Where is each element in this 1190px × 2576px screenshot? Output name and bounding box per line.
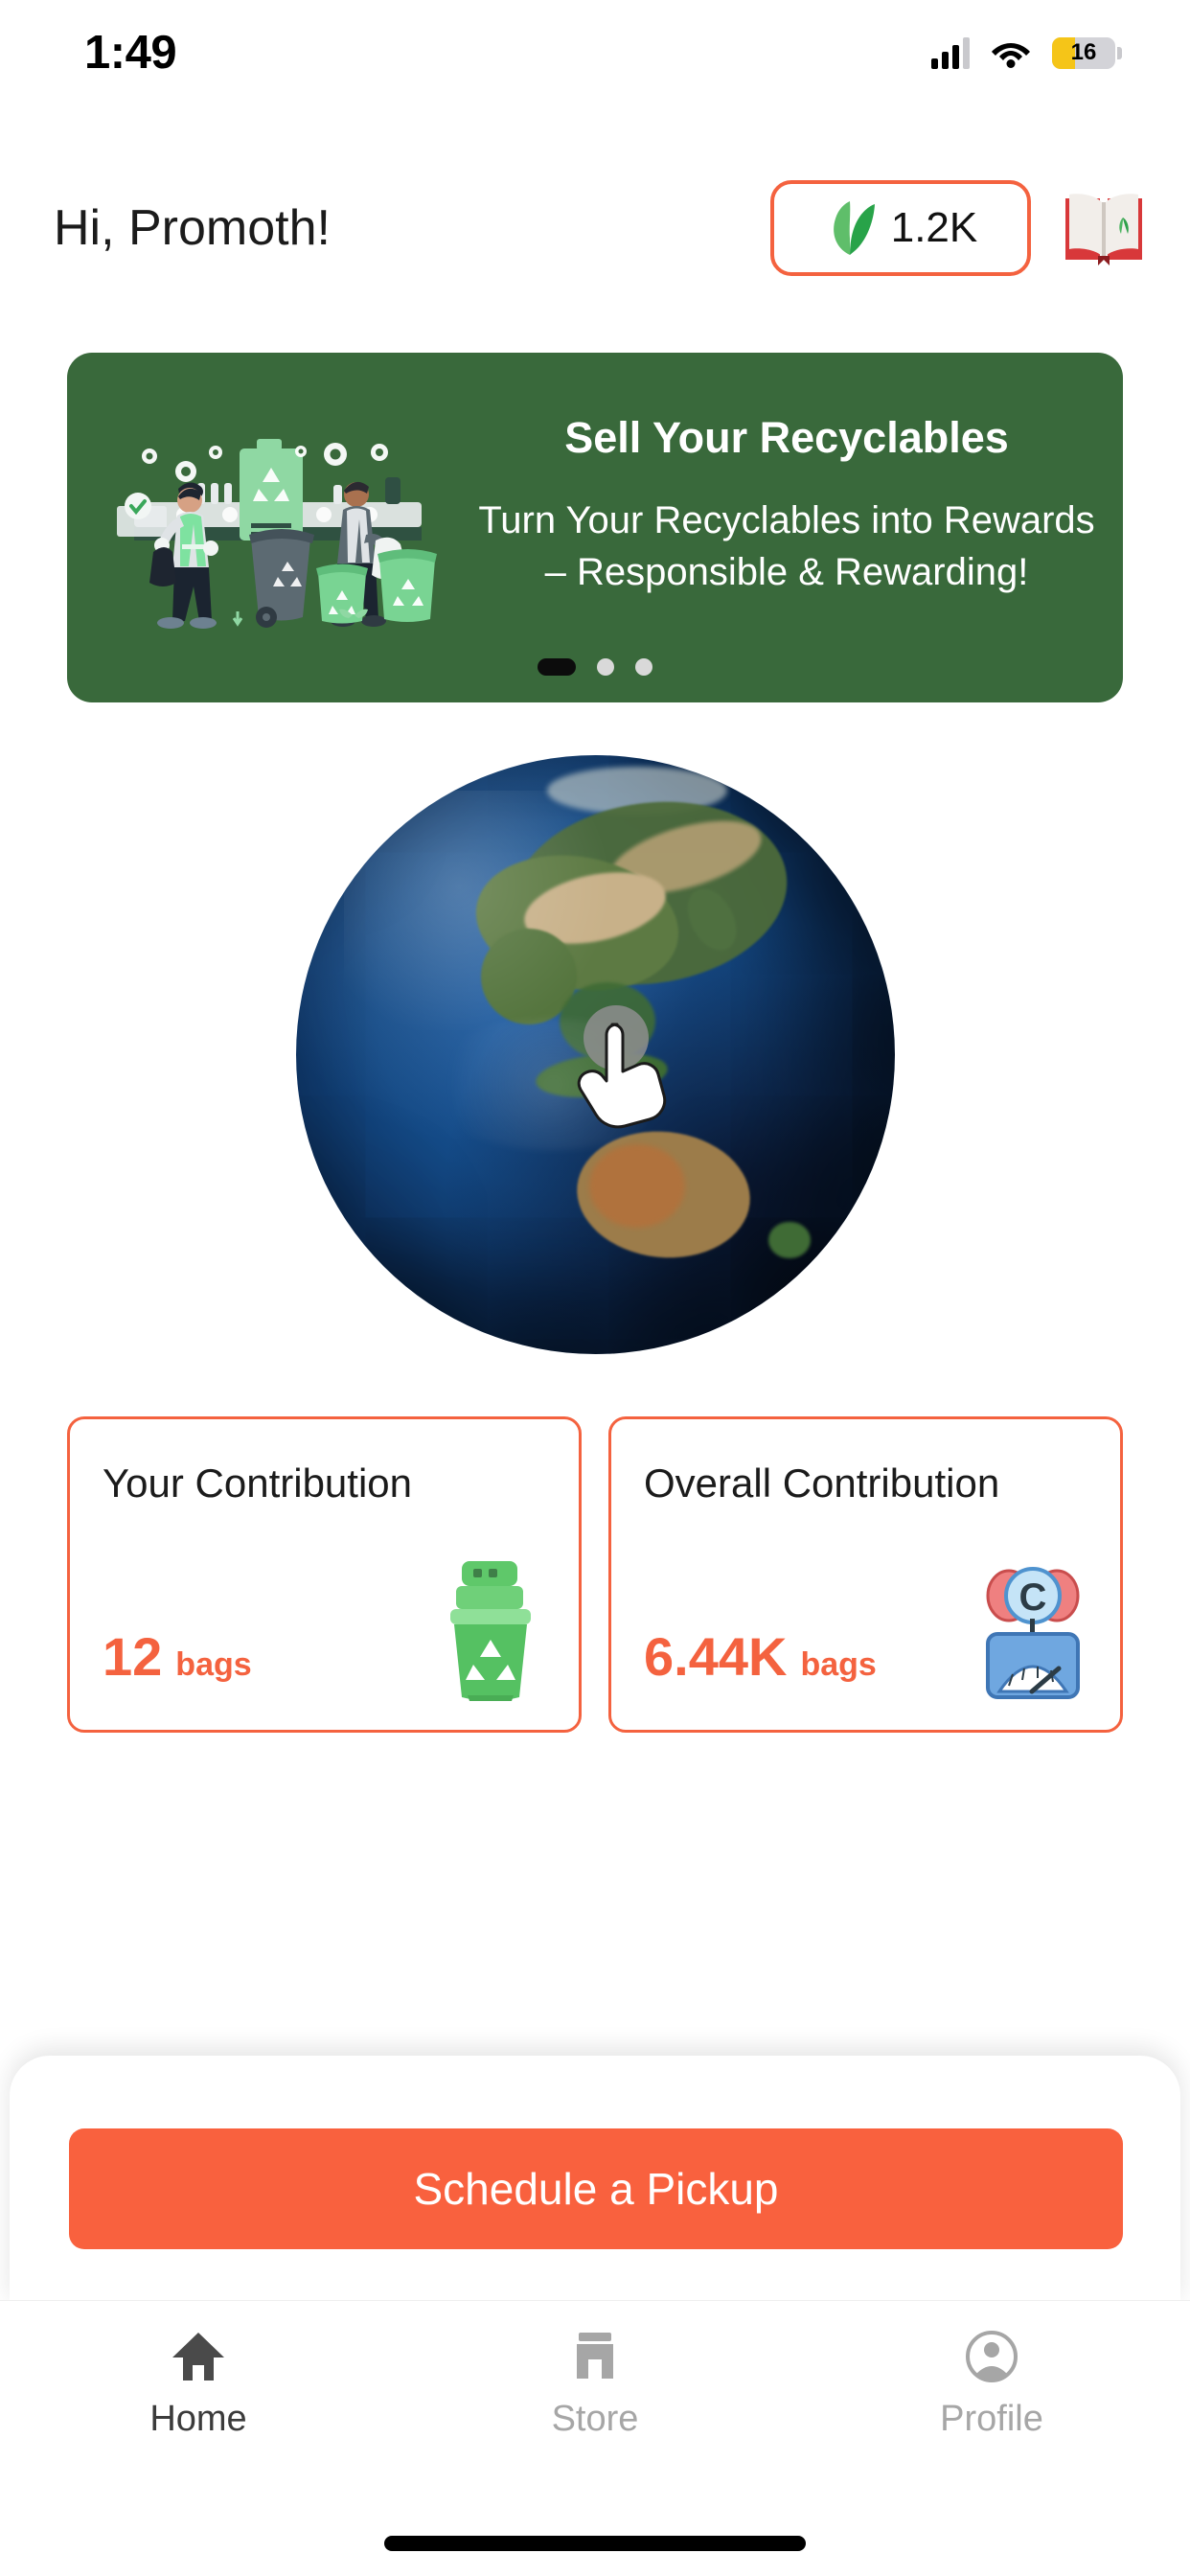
weighing-scale-icon: C	[971, 1557, 1095, 1701]
promo-banner-card[interactable]: Sell Your Recyclables Turn Your Recyclab…	[67, 353, 1123, 702]
points-badge[interactable]: 1.2K	[770, 180, 1031, 276]
tab-profile[interactable]: Profile	[793, 2328, 1190, 2440]
home-indicator	[384, 2536, 806, 2551]
wifi-icon	[991, 37, 1031, 68]
banner-title: Sell Your Recyclables	[564, 412, 1009, 462]
tab-label: Store	[551, 2399, 639, 2439]
stat-title: Your Contribution	[103, 1460, 412, 1506]
status-indicators: 16	[931, 36, 1122, 69]
status-bar: 1:49 16	[0, 0, 1190, 105]
points-value: 1.2K	[890, 204, 978, 251]
carousel-dot-1[interactable]	[538, 658, 576, 676]
carousel-indicator[interactable]	[67, 658, 1123, 676]
contribution-stats: Your Contribution 12 bags Overall Contri…	[0, 1416, 1190, 1733]
tab-label: Profile	[940, 2399, 1043, 2439]
stat-unit: bags	[800, 1646, 877, 1683]
your-contribution-card[interactable]: Your Contribution 12 bags	[67, 1416, 582, 1733]
banner-text-block: Sell Your Recyclables Turn Your Recyclab…	[469, 353, 1104, 702]
tap-hand-cursor-icon	[561, 992, 695, 1136]
stat-value: 6.44K	[644, 1626, 788, 1687]
open-book-icon[interactable]	[1060, 187, 1148, 269]
home-icon	[171, 2328, 226, 2385]
battery-low-icon: 16	[1052, 36, 1122, 69]
page-title: Hi, Promoth!	[54, 200, 331, 256]
overall-contribution-card[interactable]: Overall Contribution 6.44K bags C	[608, 1416, 1123, 1733]
tab-label: Home	[149, 2399, 247, 2439]
stat-unit: bags	[175, 1646, 252, 1683]
store-icon	[567, 2328, 623, 2385]
cellular-signal-icon	[931, 36, 970, 69]
carousel-dot-2[interactable]	[597, 658, 614, 676]
stat-value-row: 12 bags	[103, 1625, 252, 1688]
recycling-bin-icon	[429, 1557, 554, 1704]
tab-home[interactable]: Home	[0, 2328, 397, 2440]
stat-title: Overall Contribution	[644, 1460, 1000, 1506]
app-header: Hi, Promoth! 1.2K	[0, 171, 1190, 286]
stat-value-row: 6.44K bags	[644, 1625, 877, 1688]
carousel-dot-3[interactable]	[635, 658, 652, 676]
svg-text:C: C	[1019, 1576, 1047, 1619]
leaf-icon	[824, 200, 876, 256]
recycling-workers-illustration	[96, 427, 441, 638]
bottom-sheet: Schedule a Pickup	[10, 2056, 1180, 2305]
bottom-tab-bar: Home Store Profile	[0, 2300, 1190, 2576]
banner-subtitle: Turn Your Recyclables into Rewards – Res…	[478, 498, 1095, 593]
profile-icon	[964, 2328, 1019, 2385]
tab-store[interactable]: Store	[397, 2328, 793, 2440]
status-time: 1:49	[84, 27, 177, 79]
battery-level-label: 16	[1070, 39, 1097, 65]
stat-value: 12	[103, 1626, 163, 1687]
schedule-pickup-button[interactable]: Schedule a Pickup	[69, 2128, 1123, 2249]
